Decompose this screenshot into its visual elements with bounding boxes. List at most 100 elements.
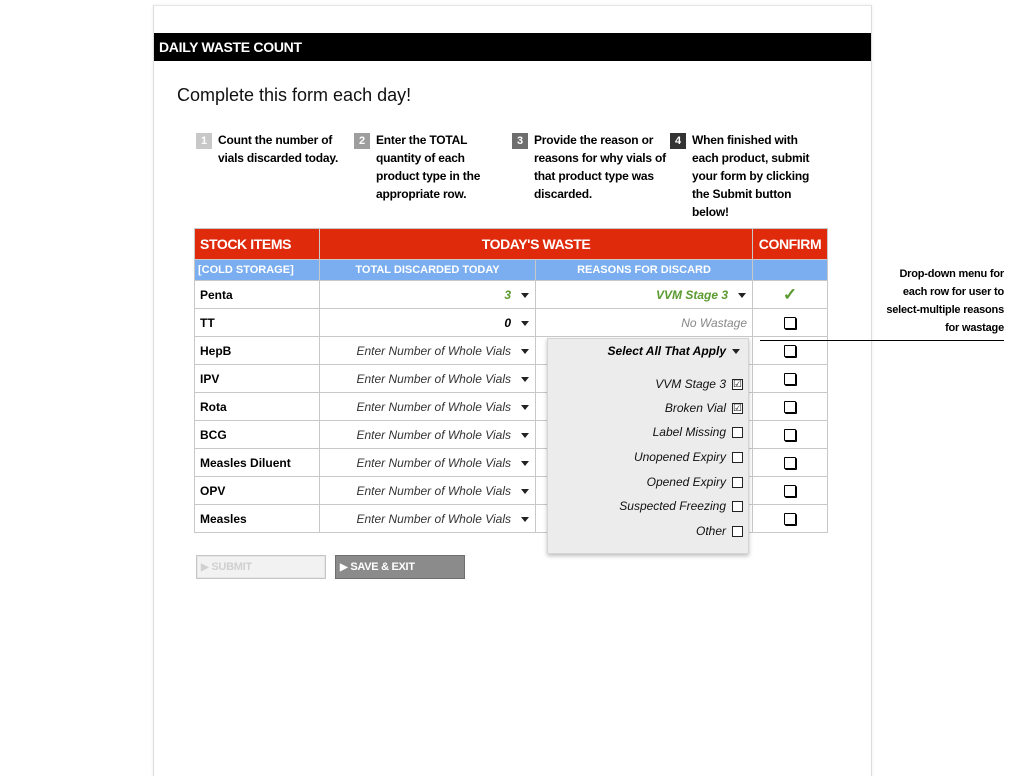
stock-item-name: Rota <box>194 392 320 421</box>
chevron-down-icon[interactable] <box>521 377 529 382</box>
quantity-dropdown[interactable]: Enter Number of Whole Vials <box>319 392 536 421</box>
submit-button[interactable]: ▶ SUBMIT <box>196 555 326 579</box>
quantity-dropdown[interactable]: Enter Number of Whole Vials <box>319 504 536 533</box>
confirm-cell[interactable]: ✓ <box>752 280 829 309</box>
table-header-row: STOCK ITEMS TODAY'S WASTE CONFIRM <box>194 228 829 260</box>
quantity-dropdown[interactable]: Enter Number of Whole Vials <box>319 420 536 449</box>
reason-option-checkbox[interactable] <box>732 476 743 488</box>
confirm-checkbox[interactable] <box>784 401 797 414</box>
confirm-checkbox[interactable] <box>784 457 797 470</box>
confirm-cell[interactable] <box>752 308 829 337</box>
annotation-note: Drop-down menu for each row for user to … <box>886 268 1004 334</box>
stock-item-name: Measles Diluent <box>194 448 320 477</box>
play-icon: ▶ <box>340 562 348 573</box>
chevron-down-icon[interactable] <box>732 349 740 355</box>
quantity-dropdown[interactable]: Enter Number of Whole Vials <box>319 476 536 505</box>
quantity-dropdown[interactable]: 3 <box>319 280 536 309</box>
subheader-confirm-blank <box>752 259 829 281</box>
reason-option-checkbox[interactable]: ☑ <box>732 402 743 414</box>
quantity-placeholder: Enter Number of Whole Vials <box>356 344 511 358</box>
form-subtitle: Complete this form each day! <box>177 85 412 105</box>
chevron-down-icon[interactable] <box>521 489 529 494</box>
dropdown-header[interactable]: Select All That Apply <box>608 344 740 358</box>
reason-option-checkbox[interactable]: ☑ <box>732 378 743 390</box>
reason-option-label: Label Missing <box>652 425 726 439</box>
step-text: Count the number of vials discarded toda… <box>218 133 339 165</box>
chevron-down-icon[interactable] <box>521 321 529 326</box>
step-number: 2 <box>354 133 370 149</box>
step-text: When finished with each product, submit … <box>692 133 810 219</box>
subheader-total-discarded: TOTAL DISCARDED TODAY <box>319 259 536 281</box>
header-confirm: CONFIRM <box>752 228 829 260</box>
subheader-reasons: REASONS FOR DISCARD <box>534 259 754 281</box>
save-exit-button[interactable]: ▶ SAVE & EXIT <box>335 555 465 579</box>
chevron-down-icon[interactable] <box>738 293 747 298</box>
quantity-value: 0 <box>504 316 511 330</box>
checkmark-icon[interactable]: ✓ <box>783 285 797 304</box>
stock-item-name: TT <box>194 308 320 337</box>
step-number: 1 <box>196 133 212 149</box>
confirm-cell[interactable] <box>752 504 829 533</box>
reason-option[interactable]: Unopened Expiry <box>634 450 743 464</box>
quantity-placeholder: Enter Number of Whole Vials <box>356 484 511 498</box>
play-icon: ▶ <box>201 562 209 573</box>
stock-item-name: HepB <box>194 336 320 365</box>
quantity-dropdown[interactable]: Enter Number of Whole Vials <box>319 448 536 477</box>
reason-option-label: VVM Stage 3 <box>655 377 726 391</box>
reason-option[interactable]: Opened Expiry <box>647 475 743 489</box>
stock-item-name: Penta <box>194 280 320 309</box>
chevron-down-icon[interactable] <box>521 293 529 298</box>
annotation-line <box>760 340 1004 341</box>
save-exit-label: SAVE & EXIT <box>350 561 415 573</box>
reason-option-checkbox[interactable] <box>732 426 743 438</box>
step-text: Provide the reason or reasons for why vi… <box>534 133 666 201</box>
chevron-down-icon[interactable] <box>521 405 529 410</box>
reason-option[interactable]: Label Missing <box>653 425 743 439</box>
reason-option[interactable]: Other <box>696 524 743 538</box>
reason-field[interactable]: No Wastage <box>534 308 754 337</box>
dropdown-header-label: Select All That Apply <box>607 344 726 358</box>
reason-option-checkbox[interactable] <box>732 525 743 537</box>
reason-value: No Wastage <box>681 316 748 330</box>
confirm-checkbox[interactable] <box>784 513 797 526</box>
confirm-checkbox[interactable] <box>784 373 797 386</box>
chevron-down-icon[interactable] <box>521 349 529 354</box>
confirm-checkbox[interactable] <box>784 485 797 498</box>
chevron-down-icon[interactable] <box>521 433 529 438</box>
confirm-checkbox[interactable] <box>784 345 797 358</box>
form-page: DAILY WASTE COUNT Complete this form eac… <box>153 5 872 776</box>
header-todays-waste: TODAY'S WASTE <box>318 228 754 260</box>
quantity-placeholder: Enter Number of Whole Vials <box>356 512 511 526</box>
chevron-down-icon[interactable] <box>521 517 529 522</box>
quantity-placeholder: Enter Number of Whole Vials <box>356 456 511 470</box>
quantity-dropdown[interactable]: Enter Number of Whole Vials <box>319 364 536 393</box>
reason-option-label: Broken Vial <box>664 401 726 415</box>
quantity-placeholder: Enter Number of Whole Vials <box>356 372 511 386</box>
reason-option-checkbox[interactable] <box>732 500 743 512</box>
chevron-down-icon[interactable] <box>521 461 529 466</box>
confirm-checkbox[interactable] <box>784 429 797 442</box>
reason-option-label: Opened Expiry <box>646 475 726 489</box>
reason-option[interactable]: Broken Vial ☑ <box>665 401 743 415</box>
table-row: Penta 3 VVM Stage 3 ✓ <box>194 280 829 309</box>
quantity-dropdown[interactable]: 0 <box>319 308 536 337</box>
reason-dropdown[interactable]: VVM Stage 3 <box>534 280 754 309</box>
confirm-cell[interactable] <box>752 420 829 449</box>
reason-option-label: Unopened Expiry <box>633 450 726 464</box>
reason-option[interactable]: Suspected Freezing <box>619 499 743 513</box>
confirm-cell[interactable] <box>752 476 829 505</box>
page-title: DAILY WASTE COUNT <box>159 39 302 55</box>
reason-value: VVM Stage 3 <box>655 288 729 302</box>
reasons-dropdown-menu[interactable]: Select All That Apply VVM Stage 3 ☑ Brok… <box>547 338 749 554</box>
reason-option-checkbox[interactable] <box>732 451 743 463</box>
stock-item-name: IPV <box>194 364 320 393</box>
confirm-cell[interactable] <box>752 364 829 393</box>
quantity-dropdown[interactable]: Enter Number of Whole Vials <box>319 336 536 365</box>
table-subheader-row: [COLD STORAGE] TOTAL DISCARDED TODAY REA… <box>194 259 829 281</box>
stock-item-name: Measles <box>194 504 320 533</box>
reason-option[interactable]: VVM Stage 3 ☑ <box>655 377 743 391</box>
step-text: Enter the TOTAL quantity of each product… <box>376 133 481 201</box>
confirm-cell[interactable] <box>752 392 829 421</box>
confirm-checkbox[interactable] <box>784 317 797 330</box>
confirm-cell[interactable] <box>752 448 829 477</box>
